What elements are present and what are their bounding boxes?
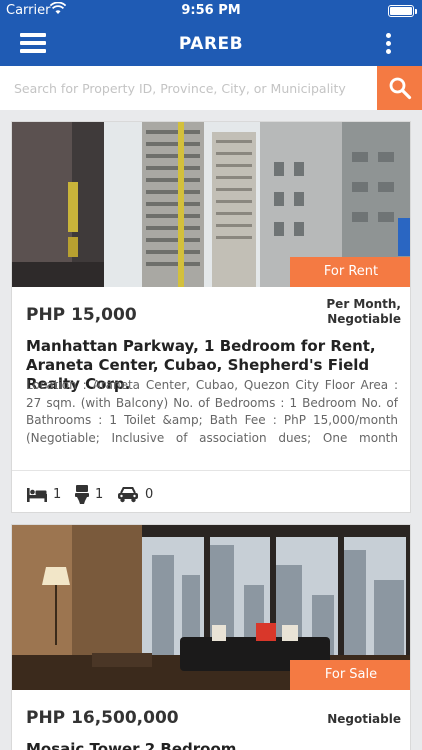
price-terms-line: Negotiable [327,312,401,326]
listing-photo[interactable]: For Sale [12,525,410,690]
price-terms: Per Month, Negotiable [281,297,401,327]
bedroom-count-value: 1 [53,487,62,502]
listing-card[interactable]: For Sale PHP 16,500,000 Negotiable Mosai… [11,524,411,750]
listing-description: Location : Araneta Center, Cubao, Quezon… [26,378,398,449]
battery-icon [388,5,417,17]
listing-price: PHP 15,000 [26,305,137,325]
price-terms: Negotiable [281,712,401,727]
divider [12,470,410,471]
car-icon [118,487,138,503]
status-bar: Carrier 9:56 PM [0,0,422,22]
search-input[interactable] [0,66,377,110]
app-title: PAREB [178,34,244,54]
listing-type-badge: For Rent [290,257,410,287]
parking-count-value: 0 [145,487,154,502]
listing-card[interactable]: For Rent PHP 15,000 Per Month, Negotiabl… [11,121,411,513]
bed-icon [27,488,47,502]
clock: 9:56 PM [181,3,241,18]
listing-title[interactable]: Mosaic Tower 2 Bedroom [26,740,398,750]
listing-photo[interactable]: For Rent [12,122,410,287]
search-bar [0,66,422,110]
toilet-icon [75,485,89,504]
search-icon [389,77,412,100]
price-terms-line: Per Month, [326,297,401,311]
bathroom-count-value: 1 [95,487,104,502]
amenities-row: 1 1 0 [26,484,226,506]
listing-price: PHP 16,500,000 [26,708,179,728]
search-button[interactable] [377,66,422,110]
price-terms-line: Negotiable [327,712,401,726]
top-navbar: PAREB [0,22,422,66]
more-vertical-icon[interactable] [386,33,392,55]
listing-type-badge: For Sale [290,660,410,690]
